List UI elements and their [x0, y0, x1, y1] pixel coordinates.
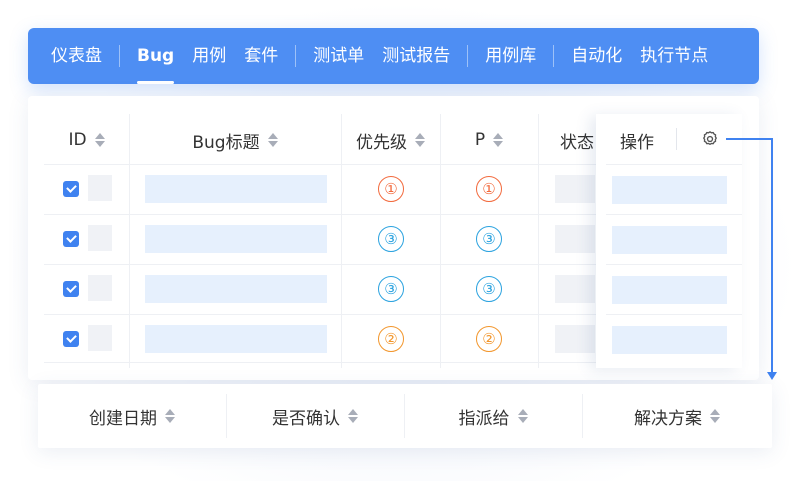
sort-icon[interactable] — [94, 132, 105, 148]
column-header-label: 创建日期 — [89, 408, 157, 429]
column-header-resolution[interactable]: 解决方案 — [582, 384, 772, 448]
column-header-ops: 操作 — [606, 116, 668, 164]
nav-item-testtask[interactable]: 测试单 — [304, 28, 373, 84]
gear-icon[interactable] — [701, 130, 719, 148]
row-divider — [606, 214, 742, 215]
nav-item-bug[interactable]: Bug — [128, 28, 183, 84]
row-divider — [44, 264, 596, 265]
row-divider — [44, 314, 596, 315]
column-header-id[interactable]: ID — [44, 116, 129, 164]
priority-badge: ③ — [378, 276, 404, 302]
nav-item-exec-node[interactable]: 执行节点 — [631, 28, 717, 84]
ops-placeholder — [612, 326, 727, 354]
row-divider — [606, 314, 742, 315]
column-header-label: 操作 — [620, 132, 654, 153]
sort-icon[interactable] — [415, 132, 425, 148]
status-placeholder — [555, 225, 595, 253]
row-divider — [606, 264, 742, 265]
column-header-label: ID — [68, 130, 87, 150]
column-header-label: P — [474, 130, 486, 150]
ops-placeholder — [612, 176, 727, 204]
column-header-assigned-to[interactable]: 指派给 — [404, 384, 582, 448]
p-badge: ② — [476, 326, 502, 352]
sort-icon[interactable] — [493, 132, 504, 148]
p-badge: ① — [476, 176, 502, 202]
row-divider — [606, 164, 742, 165]
nav-item-suite[interactable]: 套件 — [235, 28, 287, 84]
column-header-label: Bug标题 — [192, 132, 260, 153]
priority-badge: ① — [378, 176, 404, 202]
nav-divider — [553, 45, 555, 67]
id-placeholder — [88, 325, 112, 351]
column-header-title[interactable]: Bug标题 — [129, 116, 341, 164]
column-header-label: 状态 — [560, 132, 594, 153]
nav-divider — [295, 45, 297, 67]
column-header-confirmed[interactable]: 是否确认 — [226, 384, 404, 448]
id-placeholder — [88, 175, 112, 201]
p-badge: ③ — [476, 276, 502, 302]
column-header-created-date[interactable]: 创建日期 — [38, 384, 226, 448]
sort-icon[interactable] — [348, 408, 358, 424]
row-divider — [44, 164, 596, 165]
row-divider — [44, 362, 596, 363]
title-placeholder — [145, 275, 327, 303]
status-placeholder — [555, 325, 595, 353]
header-divider — [676, 128, 677, 150]
nav-item-testreport[interactable]: 测试报告 — [373, 28, 459, 84]
nav-item-dashboard[interactable]: 仪表盘 — [42, 28, 111, 84]
row-checkbox[interactable] — [63, 231, 79, 247]
row-checkbox[interactable] — [63, 181, 79, 197]
priority-badge: ③ — [378, 226, 404, 252]
nav-item-case[interactable]: 用例 — [183, 28, 235, 84]
p-badge: ③ — [476, 226, 502, 252]
top-nav-bar: 仪表盘 Bug 用例 套件 测试单 测试报告 用例库 自动化 执行节点 — [28, 28, 759, 84]
priority-badge: ② — [378, 326, 404, 352]
sort-icon[interactable] — [517, 408, 528, 424]
row-checkbox[interactable] — [63, 331, 79, 347]
title-placeholder — [145, 225, 327, 253]
sort-icon[interactable] — [165, 408, 175, 424]
row-checkbox[interactable] — [63, 281, 79, 297]
column-header-label: 优先级 — [356, 132, 407, 153]
nav-item-caselib[interactable]: 用例库 — [476, 28, 545, 84]
ops-placeholder — [612, 276, 727, 304]
column-header-label: 指派给 — [458, 408, 510, 429]
row-divider — [44, 214, 596, 215]
id-placeholder — [88, 225, 112, 251]
arrow-down-icon — [767, 372, 777, 380]
id-placeholder — [88, 275, 112, 301]
connector-line — [726, 138, 772, 140]
column-header-p[interactable]: P — [440, 116, 538, 164]
status-placeholder — [555, 275, 595, 303]
nav-divider — [119, 45, 120, 67]
connector-line — [771, 138, 773, 372]
title-placeholder — [145, 175, 327, 203]
title-placeholder — [145, 325, 327, 353]
ops-placeholder — [612, 226, 727, 254]
column-header-label: 解决方案 — [634, 408, 702, 429]
status-placeholder — [555, 175, 595, 203]
sort-icon[interactable] — [710, 408, 720, 424]
column-header-priority[interactable]: 优先级 — [341, 116, 440, 164]
sort-icon[interactable] — [267, 132, 278, 148]
nav-item-automation[interactable]: 自动化 — [562, 28, 631, 84]
column-header-label: 是否确认 — [272, 408, 340, 429]
nav-divider — [467, 45, 469, 67]
